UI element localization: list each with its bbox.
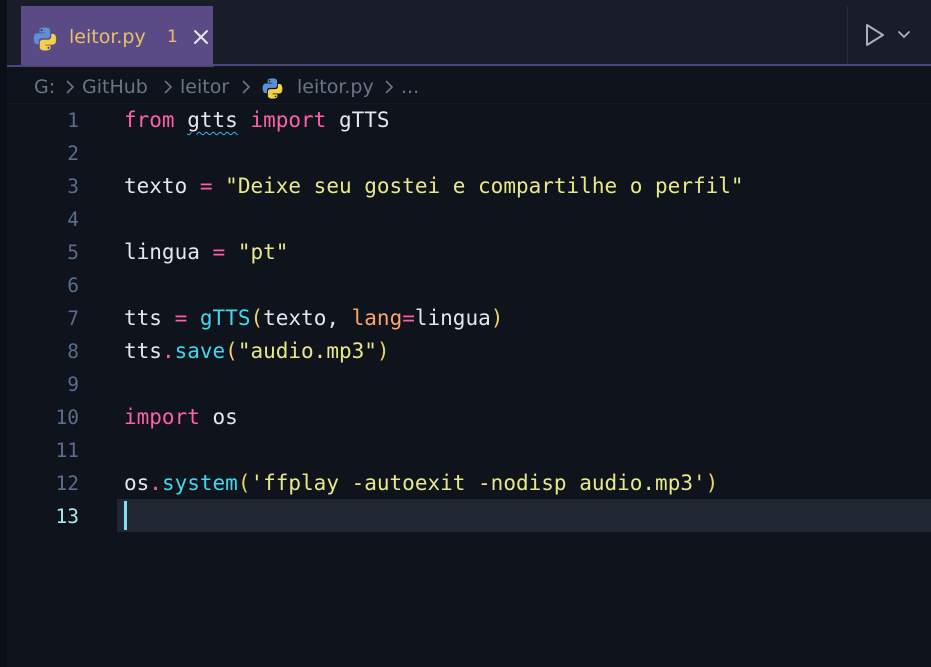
chevron-down-icon[interactable] bbox=[896, 28, 912, 42]
line-number: 6 bbox=[67, 274, 79, 297]
python-icon bbox=[262, 78, 283, 99]
code-token: = bbox=[199, 174, 213, 198]
code-token: = bbox=[174, 306, 188, 330]
tab-title: leitor.py bbox=[69, 26, 146, 48]
line-number: 2 bbox=[67, 142, 79, 165]
play-icon[interactable] bbox=[863, 22, 887, 48]
code-token: system bbox=[161, 471, 238, 495]
code-token: lingua bbox=[414, 306, 491, 330]
tab-bar-border bbox=[213, 64, 931, 66]
code-token: ( bbox=[237, 471, 251, 495]
chevron-right-icon bbox=[164, 80, 173, 94]
line-number: 13 bbox=[55, 505, 79, 528]
code-editor[interactable]: 1 2 3 4 5 6 7 8 9 10 11 12 13 from gtts import gTTS t… bbox=[7, 104, 931, 667]
code-token: ( bbox=[225, 339, 238, 363]
code-token: os bbox=[199, 405, 238, 429]
toolbar-divider bbox=[847, 6, 848, 64]
code-token: texto, bbox=[263, 306, 352, 330]
code-token: texto bbox=[124, 174, 200, 198]
line-number: 9 bbox=[67, 373, 79, 396]
line-number: 8 bbox=[67, 340, 79, 363]
tab-bar: leitor.py 1 bbox=[7, 0, 931, 66]
line-number: 11 bbox=[55, 439, 79, 462]
chevron-right-icon bbox=[242, 80, 251, 94]
code-token: save bbox=[174, 339, 226, 363]
close-icon[interactable] bbox=[191, 27, 211, 47]
window-left-edge bbox=[0, 0, 7, 667]
code-line[interactable]: texto = "Deixe seu gostei e compartilhe … bbox=[124, 170, 744, 203]
chevron-right-icon bbox=[66, 80, 75, 94]
line-number: 1 bbox=[67, 109, 79, 132]
code-token: = bbox=[402, 306, 415, 330]
code-token: ) bbox=[705, 471, 719, 495]
code-line[interactable]: os.system('ffplay -autoexit -nodisp audi… bbox=[124, 467, 718, 500]
breadcrumb-file[interactable]: leitor.py bbox=[297, 75, 374, 99]
code-token: import bbox=[250, 108, 327, 132]
code-token: tts bbox=[124, 306, 175, 330]
code-token: . bbox=[161, 339, 175, 363]
code-token: import bbox=[124, 405, 200, 429]
text-cursor bbox=[124, 501, 127, 530]
code-token: lang bbox=[351, 306, 403, 330]
code-token: "pt" bbox=[237, 240, 289, 264]
code-token: tts bbox=[124, 339, 162, 363]
breadcrumb-folder[interactable]: leitor bbox=[180, 75, 229, 99]
code-token: os bbox=[124, 471, 150, 495]
current-line-highlight bbox=[117, 499, 931, 532]
code-line[interactable]: lingua = "pt" bbox=[124, 236, 288, 269]
breadcrumb-github[interactable]: GitHub bbox=[82, 75, 148, 99]
code-token: from bbox=[124, 108, 175, 132]
chevron-right-icon bbox=[385, 80, 394, 94]
python-icon bbox=[33, 27, 57, 51]
line-number: 7 bbox=[67, 307, 79, 330]
code-line[interactable]: import os bbox=[124, 401, 238, 434]
line-number: 3 bbox=[67, 175, 79, 198]
code-token: "audio.mp3" bbox=[237, 339, 377, 363]
code-token: = bbox=[212, 240, 226, 264]
breadcrumb-symbols[interactable]: ... bbox=[401, 75, 419, 99]
line-number: 5 bbox=[67, 241, 79, 264]
code-token-with-warning: gtts bbox=[187, 108, 238, 132]
code-token: gTTS bbox=[199, 306, 251, 330]
code-token: ) bbox=[376, 339, 390, 363]
problem-count-badge: 1 bbox=[167, 27, 178, 47]
code-token: lingua bbox=[124, 240, 213, 264]
breadcrumb: G: GitHub leitor leitor.py ... bbox=[7, 67, 931, 104]
breadcrumb-drive[interactable]: G: bbox=[34, 75, 55, 99]
code-token: ) bbox=[490, 306, 504, 330]
code-line[interactable]: from gtts import gTTS bbox=[124, 104, 390, 137]
line-number: 4 bbox=[67, 208, 79, 231]
tab-leitor-py[interactable]: leitor.py 1 bbox=[21, 6, 213, 65]
code-line[interactable]: tts = gTTS(texto, lang=lingua) bbox=[124, 302, 503, 335]
code-token: 'ffplay -autoexit -nodisp audio.mp3' bbox=[250, 471, 706, 495]
code-token: "Deixe seu gostei e compartilhe o perfil… bbox=[225, 174, 744, 198]
code-token: ( bbox=[250, 306, 264, 330]
code-token: gTTS bbox=[326, 108, 390, 132]
code-line[interactable]: tts.save("audio.mp3") bbox=[124, 335, 390, 368]
code-token: . bbox=[149, 471, 162, 495]
line-number: 12 bbox=[55, 472, 79, 495]
line-number: 10 bbox=[55, 406, 79, 429]
